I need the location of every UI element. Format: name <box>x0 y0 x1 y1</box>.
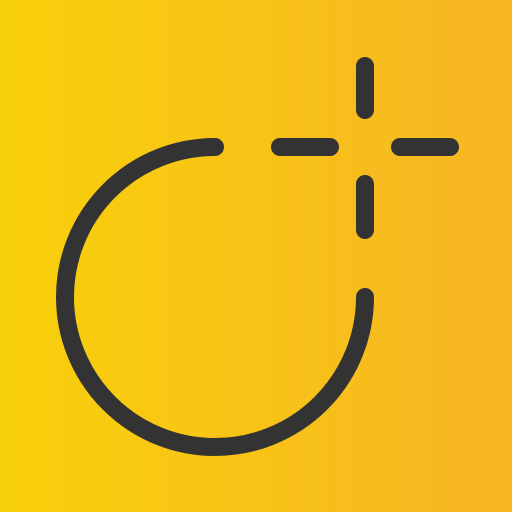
add-circle-crosshair-icon <box>0 0 512 512</box>
app-icon <box>0 0 512 512</box>
